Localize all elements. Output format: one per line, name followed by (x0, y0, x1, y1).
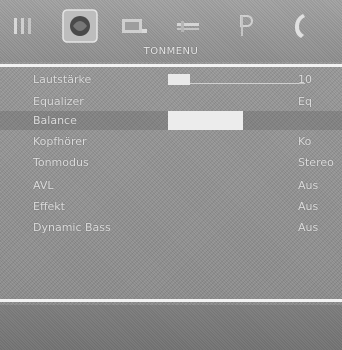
sound-icon[interactable] (62, 9, 98, 43)
menu-item-value: Aus (298, 221, 319, 234)
settings-icon[interactable] (172, 10, 204, 42)
menu-item-value: Aus (298, 179, 319, 192)
menu-item-value: Ko (298, 135, 312, 148)
menu-icon-bar: TONMENU (0, 0, 342, 62)
volume-slider-track[interactable] (190, 83, 305, 84)
channel-icon[interactable] (118, 10, 150, 42)
menu-item-value: 10 (298, 73, 312, 86)
menu-item-effekt[interactable]: Effekt Aus (0, 199, 342, 214)
picture-icon[interactable] (10, 10, 38, 42)
bottom-divider (0, 299, 342, 302)
menu-item-label: Dynamic Bass (33, 221, 111, 234)
menu-item-label: AVL (33, 179, 54, 192)
menu-item-tonmodus[interactable]: Tonmodus Stereo (0, 155, 342, 170)
menu-title: TONMENU (143, 46, 199, 57)
menu-item-value: Stereo (298, 156, 334, 169)
menu-item-kopfhoerer[interactable]: Kopfhörer Ko (0, 134, 342, 149)
menu-item-equalizer[interactable]: Equalizer Eq (0, 94, 342, 109)
volume-slider-thumb[interactable] (168, 74, 190, 85)
menu-item-avl[interactable]: AVL Aus (0, 178, 342, 193)
menu-item-label: Lautstärke (33, 73, 92, 86)
menu-item-label: Kopfhörer (33, 135, 87, 148)
top-divider (0, 64, 342, 67)
menu-item-label: Tonmodus (33, 156, 89, 169)
menu-item-value: Eq (298, 95, 312, 108)
phone-icon[interactable] (288, 10, 312, 42)
balance-slider[interactable] (168, 111, 243, 130)
menu-item-balance[interactable]: Balance (0, 111, 342, 130)
info-footer (0, 305, 342, 350)
parental-lock-icon[interactable] (234, 10, 258, 42)
menu-item-label: Effekt (33, 200, 65, 213)
menu-item-label: Balance (33, 114, 77, 127)
menu-item-dynamic-bass[interactable]: Dynamic Bass Aus (0, 220, 342, 235)
menu-item-label: Equalizer (33, 95, 84, 108)
menu-item-value: Aus (298, 200, 319, 213)
menu-item-lautstaerke[interactable]: Lautstärke 10 (0, 72, 342, 87)
